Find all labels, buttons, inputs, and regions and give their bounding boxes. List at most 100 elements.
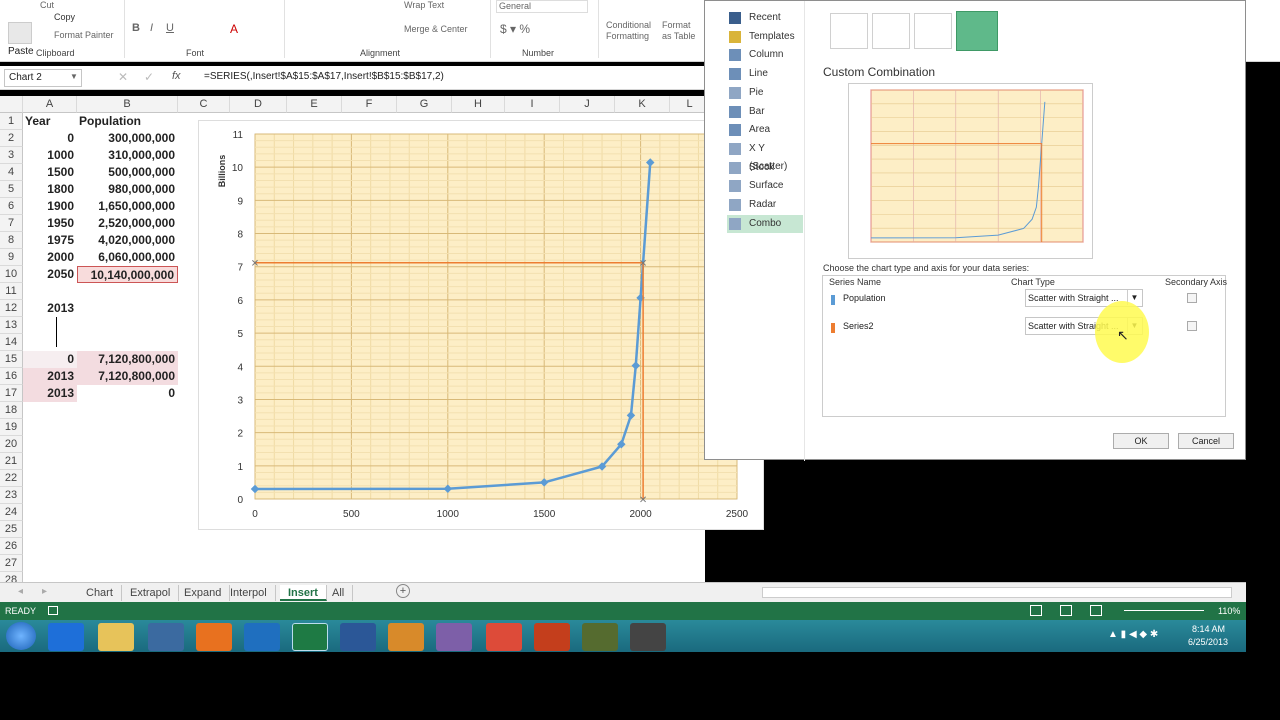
explorer-icon[interactable] bbox=[98, 623, 134, 651]
merge-center-button[interactable]: Merge & Center bbox=[404, 24, 468, 34]
formula-input[interactable]: =SERIES(,Insert!$A$15:$A$17,Insert!$B$15… bbox=[204, 71, 444, 82]
chart-area[interactable]: 0 500 1000 1500 2000 2500 0 1 2 3 4 5 6 7 8 9 10 11 Billio… bbox=[198, 120, 764, 530]
custom-combo-icon[interactable] bbox=[956, 11, 998, 51]
cell[interactable]: 2000 bbox=[23, 249, 77, 266]
row-header[interactable]: 18 bbox=[0, 402, 23, 419]
paste-button[interactable]: Paste bbox=[8, 46, 34, 57]
row-header[interactable]: 26 bbox=[0, 538, 23, 555]
row-header[interactable]: 9 bbox=[0, 249, 23, 266]
column-header[interactable]: E bbox=[287, 96, 342, 113]
column-header[interactable]: K bbox=[615, 96, 670, 113]
sheet-tab-extrapol[interactable]: Extrapol bbox=[122, 585, 180, 601]
column-header[interactable]: H bbox=[452, 96, 505, 113]
ie-icon[interactable] bbox=[48, 623, 84, 651]
cell[interactable]: 1500 bbox=[23, 164, 77, 181]
select-all-corner[interactable] bbox=[0, 96, 23, 113]
app-icon[interactable] bbox=[388, 623, 424, 651]
row-header[interactable]: 16 bbox=[0, 368, 23, 385]
cell[interactable]: 2,520,000,000 bbox=[77, 215, 178, 232]
combo-line-icon[interactable] bbox=[872, 13, 910, 49]
number-format-select[interactable]: General bbox=[496, 0, 588, 13]
sheet-tab-all[interactable]: All bbox=[324, 585, 354, 601]
cancel-icon[interactable]: ✕ bbox=[118, 70, 128, 84]
powerpoint-icon[interactable] bbox=[534, 623, 570, 651]
row-header[interactable]: 15 bbox=[0, 351, 23, 368]
cell[interactable]: Population bbox=[77, 113, 178, 130]
row-header[interactable]: 14 bbox=[0, 334, 23, 351]
row-header[interactable]: 1 bbox=[0, 113, 23, 130]
row-header[interactable]: 23 bbox=[0, 487, 23, 504]
tray-icons[interactable]: ▲ ▮ ◀ ◆ ✱ bbox=[1108, 629, 1158, 640]
wrap-text-button[interactable]: Wrap Text bbox=[404, 0, 444, 10]
sheet-tab-interpol[interactable]: Interpol bbox=[222, 585, 276, 601]
outlook-icon[interactable] bbox=[244, 623, 280, 651]
row-header[interactable]: 19 bbox=[0, 419, 23, 436]
row-header[interactable]: 8 bbox=[0, 232, 23, 249]
word-icon[interactable] bbox=[340, 623, 376, 651]
row-header[interactable]: 20 bbox=[0, 436, 23, 453]
ok-button[interactable]: OK bbox=[1113, 433, 1169, 449]
paste-icon[interactable] bbox=[8, 22, 32, 44]
macro-record-icon[interactable] bbox=[48, 606, 58, 615]
row-header[interactable]: 27 bbox=[0, 555, 23, 572]
page-layout-icon[interactable] bbox=[1060, 605, 1072, 616]
row-header[interactable]: 6 bbox=[0, 198, 23, 215]
row-header[interactable]: 28 bbox=[0, 572, 23, 582]
underline-button[interactable]: U bbox=[166, 22, 174, 34]
scatter-chart[interactable]: 0 500 1000 1500 2000 2500 0 1 2 3 4 5 6 7 8 9 10 11 Billio… bbox=[199, 121, 765, 531]
cell[interactable]: 4,020,000,000 bbox=[77, 232, 178, 249]
firefox-icon[interactable] bbox=[196, 623, 232, 651]
cell[interactable]: 1800 bbox=[23, 181, 77, 198]
currency-icon[interactable]: $ ▾ % bbox=[500, 22, 530, 36]
function-icon[interactable]: fx bbox=[172, 70, 181, 82]
sheet-tab-chart[interactable]: Chart bbox=[78, 585, 122, 601]
row-header[interactable]: 7 bbox=[0, 215, 23, 232]
cell[interactable]: 300,000,000 bbox=[77, 130, 178, 147]
new-sheet-icon[interactable]: + bbox=[396, 584, 410, 598]
cancel-button[interactable]: Cancel bbox=[1178, 433, 1234, 449]
row-header[interactable]: 2 bbox=[0, 130, 23, 147]
cell[interactable]: 1950 bbox=[23, 215, 77, 232]
normal-view-icon[interactable] bbox=[1030, 605, 1042, 616]
row-header[interactable]: 5 bbox=[0, 181, 23, 198]
column-header[interactable]: C bbox=[178, 96, 230, 113]
cell[interactable]: 7,120,800,000 bbox=[77, 351, 178, 368]
row-header[interactable]: 10 bbox=[0, 266, 23, 283]
conditional-formatting-button[interactable]: Conditional Formatting bbox=[606, 20, 658, 42]
cell[interactable]: 0 bbox=[23, 351, 77, 368]
combo-clustered-icon[interactable] bbox=[830, 13, 868, 49]
row-header[interactable]: 11 bbox=[0, 283, 23, 300]
chrome-icon[interactable] bbox=[486, 623, 522, 651]
screen-recorder-icon[interactable] bbox=[630, 623, 666, 651]
sheet-tab-insert[interactable]: Insert bbox=[280, 585, 327, 601]
cell[interactable]: 2013 bbox=[23, 368, 77, 385]
page-break-icon[interactable] bbox=[1090, 605, 1102, 616]
start-button[interactable] bbox=[6, 622, 36, 650]
tool-icon[interactable] bbox=[582, 623, 618, 651]
row-header[interactable]: 3 bbox=[0, 147, 23, 164]
secondary-axis-checkbox[interactable] bbox=[1187, 293, 1197, 303]
cell[interactable]: 2013 bbox=[23, 300, 77, 317]
column-header[interactable]: A bbox=[23, 96, 77, 113]
check-icon[interactable]: ✓ bbox=[144, 70, 154, 84]
cell[interactable]: 7,120,800,000 bbox=[77, 368, 178, 385]
cell[interactable]: 310,000,000 bbox=[77, 147, 178, 164]
cell[interactable]: 2013 bbox=[23, 385, 77, 402]
font-color-icon[interactable]: A bbox=[230, 22, 238, 36]
column-header[interactable]: F bbox=[342, 96, 397, 113]
column-header[interactable]: L bbox=[670, 96, 705, 113]
bold-button[interactable]: B bbox=[132, 22, 140, 34]
italic-button[interactable]: I bbox=[150, 22, 153, 34]
format-painter-button[interactable]: Format Painter bbox=[54, 30, 114, 40]
column-header[interactable]: D bbox=[230, 96, 287, 113]
column-header[interactable]: B bbox=[77, 96, 178, 113]
cell[interactable]: 10,140,000,000 bbox=[77, 266, 178, 283]
cell[interactable]: Year bbox=[23, 113, 77, 130]
paint-icon[interactable] bbox=[436, 623, 472, 651]
format-as-table-button[interactable]: Format as Table bbox=[662, 20, 702, 42]
column-header[interactable]: I bbox=[505, 96, 560, 113]
combo-area-icon[interactable] bbox=[914, 13, 952, 49]
chevron-down-icon[interactable]: ▼ bbox=[70, 72, 78, 81]
tab-next-icon[interactable]: ▸ bbox=[42, 586, 47, 597]
row-header[interactable]: 4 bbox=[0, 164, 23, 181]
